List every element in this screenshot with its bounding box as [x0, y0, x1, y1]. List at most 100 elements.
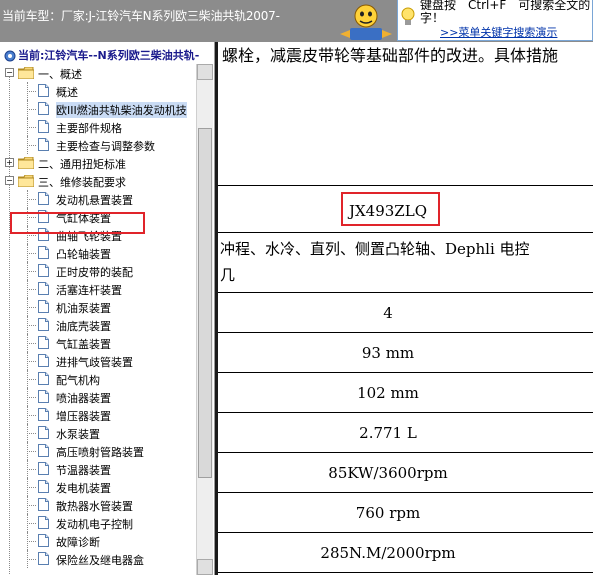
tree-item[interactable]: 凸轮轴装置 — [0, 244, 196, 262]
tree-connector — [27, 451, 36, 452]
tree-connector — [27, 316, 28, 334]
tree-item-label: 增压器装置 — [56, 410, 111, 423]
highlight-box-section3 — [10, 212, 145, 234]
document-icon — [38, 246, 49, 259]
expand-toggle[interactable]: + — [5, 158, 14, 167]
spec-value: 4 — [383, 304, 393, 322]
tree-connector — [27, 127, 36, 128]
table-rule — [218, 232, 593, 233]
tree-folder[interactable]: + 二、通用扭矩标准 — [0, 154, 196, 172]
tree-item[interactable]: 发电机装置 — [0, 478, 196, 496]
tree-item[interactable]: 欧III燃油共轨柴油发动机技 — [0, 100, 196, 118]
scroll-down-button[interactable] — [197, 559, 213, 575]
tree-item-label: 发动机悬置装置 — [56, 194, 133, 207]
tree-connector — [27, 343, 36, 344]
document-icon — [38, 120, 49, 133]
document-icon — [38, 354, 49, 367]
table-rule — [218, 372, 593, 373]
tree-item[interactable]: 油底壳装置 — [0, 316, 196, 334]
tree-item[interactable]: 发动机悬置装置 — [0, 190, 196, 208]
tree-item[interactable]: 增压器装置 — [0, 406, 196, 424]
tree-item-label: 水泵装置 — [56, 428, 100, 441]
tree-connector — [27, 91, 36, 92]
tree-connector — [27, 136, 28, 154]
tree-item[interactable]: 进排气歧管装置 — [0, 352, 196, 370]
tree-connector — [27, 460, 28, 478]
tree-item[interactable]: 配气机构 — [0, 370, 196, 388]
tree-item-label: 正时皮带的装配 — [56, 266, 133, 279]
tree-connector — [27, 559, 36, 560]
tree-connector — [27, 253, 36, 254]
scroll-thumb[interactable] — [198, 128, 212, 478]
tree-item-label: 配气机构 — [56, 374, 100, 387]
document-icon — [38, 192, 49, 205]
tree-item[interactable]: 正时皮带的装配 — [0, 262, 196, 280]
tree-item[interactable]: 主要部件规格 — [0, 118, 196, 136]
document-icon — [38, 318, 49, 331]
keyword-search-demo-link[interactable]: >>菜单关键字搜索演示 — [440, 24, 557, 40]
sidebar: 当前:江铃汽车--N系列欧三柴油共轨- − 一、概述 概述 欧III燃油共轨柴油发动机… — [0, 42, 215, 575]
folder-icon — [17, 174, 35, 188]
spec-value: 760 rpm — [355, 504, 421, 522]
tree-item[interactable]: 节温器装置 — [0, 460, 196, 478]
tree-connector — [27, 442, 28, 460]
tree-item-label: 气缸盖装置 — [56, 338, 111, 351]
tree-connector — [27, 424, 28, 442]
tree-connector — [27, 262, 28, 280]
tree-item[interactable]: 机油泵装置 — [0, 298, 196, 316]
search-tip-line1: 键盘按 Ctrl+F 可搜索全文的 — [420, 0, 591, 12]
document-icon — [38, 390, 49, 403]
scroll-up-button[interactable] — [197, 64, 213, 80]
document-icon — [38, 372, 49, 385]
document-icon — [38, 84, 49, 97]
tree-connector — [27, 280, 28, 298]
sidebar-scrollbar[interactable] — [196, 64, 213, 575]
tree-connector — [27, 370, 28, 388]
collapse-toggle[interactable]: − — [5, 176, 14, 185]
tree-connector — [27, 523, 36, 524]
tree-item-label: 发动机电子控制 — [56, 518, 133, 531]
tree-connector — [27, 505, 36, 506]
collapse-toggle[interactable]: − — [5, 68, 14, 77]
tree-item[interactable]: 散热器水管装置 — [0, 496, 196, 514]
tree-folder[interactable]: − 一、概述 — [0, 64, 196, 82]
tree-connector — [27, 433, 36, 434]
tree-item-label: 进排气歧管装置 — [56, 356, 133, 369]
tree-folder-label: 一、概述 — [38, 68, 82, 81]
tree-item[interactable]: 活塞连杆装置 — [0, 280, 196, 298]
tree-item[interactable]: 喷油器装置 — [0, 388, 196, 406]
spec-value: 85KW/3600rpm — [328, 464, 448, 482]
tree-item[interactable]: 水泵装置 — [0, 424, 196, 442]
tree-item-label: 主要检查与调整参数 — [56, 140, 155, 153]
tree-connector — [27, 109, 36, 110]
tree-connector — [27, 244, 28, 262]
tree-connector — [27, 289, 36, 290]
document-icon — [38, 138, 49, 151]
tree-connector — [27, 514, 28, 532]
tree-item[interactable]: 概述 — [0, 82, 196, 100]
tree-connector — [27, 325, 36, 326]
table-rule — [218, 185, 593, 186]
document-icon — [38, 444, 49, 457]
tree-item-label: 凸轮轴装置 — [56, 248, 111, 261]
tree-item[interactable]: 主要检查与调整参数 — [0, 136, 196, 154]
tree-item[interactable]: 发动机电子控制 — [0, 514, 196, 532]
tree-connector — [27, 541, 36, 542]
tree-item[interactable]: 故障诊断 — [0, 532, 196, 550]
tree-item-label: 欧III燃油共轨柴油发动机技 — [56, 102, 187, 118]
document-icon — [38, 426, 49, 439]
spec-value: 2.771 L — [359, 424, 417, 442]
tree-item-label: 主要部件规格 — [56, 122, 122, 135]
tree-connector — [27, 118, 28, 136]
tree-connector — [27, 469, 36, 470]
tree-item[interactable]: 高压喷射管路装置 — [0, 442, 196, 460]
tree-connector — [27, 478, 28, 496]
tree-item[interactable]: 保险丝及继电器盒 — [0, 550, 196, 568]
document-icon — [38, 498, 49, 511]
tree-folder[interactable]: − 三、维修装配要求 — [0, 172, 196, 190]
tree-item[interactable]: 气缸盖装置 — [0, 334, 196, 352]
tree-folder-label: 二、通用扭矩标准 — [38, 158, 126, 171]
document-icon — [38, 336, 49, 349]
table-rule — [218, 492, 593, 493]
tree-connector — [27, 271, 36, 272]
